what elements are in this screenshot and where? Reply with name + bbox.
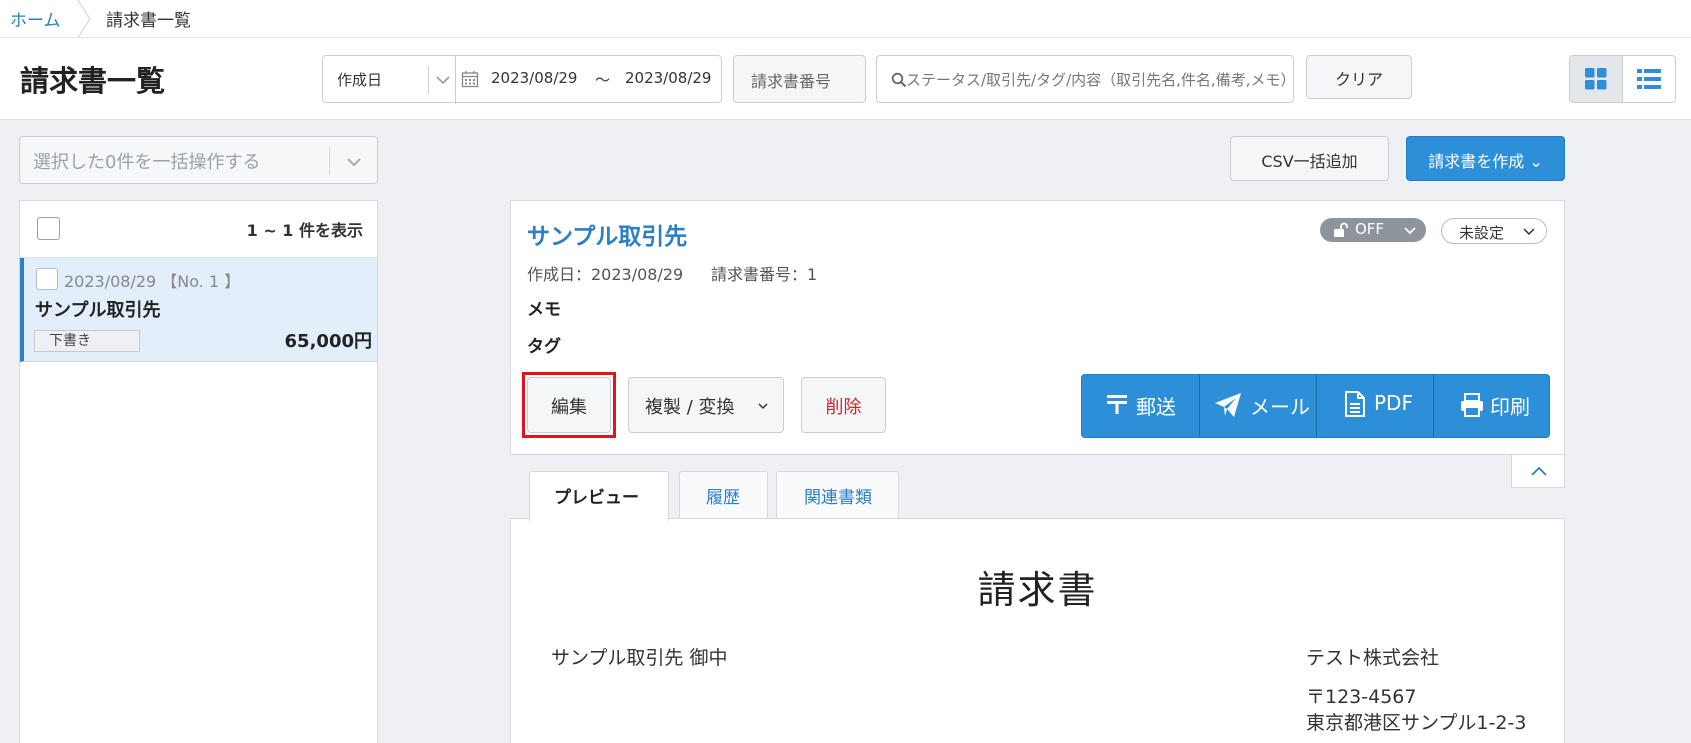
search-placeholder: ステータス/取引先/タグ/内容（取引先名,件名,備考,メモ） (906, 71, 1296, 89)
status-badge: 下書き (34, 330, 140, 352)
chevron-down-icon (1404, 227, 1416, 235)
invoice-number-input[interactable]: 請求書番号 (733, 55, 866, 103)
list-item-date: 2023/08/29 【No. 1 】 (64, 272, 241, 291)
chevron-down-icon[interactable] (434, 68, 452, 92)
memo-label: メモ (527, 300, 561, 320)
tag-label: タグ (527, 337, 561, 357)
document-icon (1345, 391, 1365, 417)
list-icon (1637, 69, 1661, 89)
status-select[interactable]: 未設定 (1441, 218, 1547, 244)
chevron-down-icon (758, 403, 768, 410)
postal-mail-button[interactable]: 郵送 (1082, 375, 1199, 437)
collapse-button[interactable] (1511, 455, 1565, 488)
delete-button[interactable]: 削除 (801, 377, 886, 433)
csv-import-label: CSV一括追加 (1261, 152, 1358, 171)
email-button[interactable]: メール (1200, 375, 1316, 437)
date-filter: 作成日 2023/08/29 ～ 2023/08/29 (322, 55, 722, 104)
list-item-checkbox[interactable] (36, 268, 58, 290)
email-label: メール (1250, 395, 1310, 419)
date-type-select[interactable]: 作成日 (337, 69, 382, 90)
grid-view-button[interactable] (1570, 56, 1623, 102)
clear-button-label: クリア (1334, 70, 1383, 89)
unlock-icon (1334, 222, 1348, 237)
invoice-number: 請求書番号：1 (711, 265, 818, 284)
page-header: 請求書一覧 作成日 2023/08/29 ～ 2023/08/29 請求書番号 … (0, 38, 1691, 120)
tab-preview[interactable]: プレビュー (529, 471, 669, 521)
invoice-number-placeholder: 請求書番号 (751, 72, 832, 91)
breadcrumb: ホーム 請求書一覧 (0, 0, 1691, 38)
date-to-input[interactable]: 2023/08/29 (625, 69, 711, 87)
bulk-action-label: 選択した0件を一括操作する (33, 152, 261, 173)
lock-toggle[interactable]: OFF (1320, 218, 1426, 242)
search-input[interactable]: ステータス/取引先/タグ/内容（取引先名,件名,備考,メモ） (876, 55, 1296, 103)
invoice-detail-card: サンプル取引先 OFF 未設定 作成日：2023/08/29 請求書番号：1 メ… (510, 200, 1565, 455)
result-count: 1 ~ 1 件を表示 (246, 221, 363, 240)
grid-icon (1585, 68, 1607, 90)
tab-history[interactable]: 履歴 (679, 471, 768, 519)
breadcrumb-home-link[interactable]: ホーム (10, 6, 61, 31)
status-select-label: 未設定 (1459, 224, 1505, 242)
created-date: 作成日：2023/08/29 (527, 265, 684, 284)
view-toggle (1569, 55, 1676, 103)
pdf-label: PDF (1374, 391, 1413, 415)
calendar-icon (461, 71, 479, 88)
printer-icon (1461, 393, 1483, 417)
list-item-amount: 65,000円 (284, 331, 372, 352)
date-from-input[interactable]: 2023/08/29 (491, 69, 577, 87)
breadcrumb-separator-icon (77, 0, 91, 38)
delete-button-label: 削除 (825, 397, 862, 418)
list-view-button[interactable] (1623, 56, 1675, 102)
print-label: 印刷 (1490, 395, 1530, 419)
document-postal-code: 〒123-4567 (1306, 686, 1417, 708)
chevron-down-icon (1523, 228, 1535, 236)
highlight-box (522, 372, 616, 438)
create-invoice-button[interactable]: 請求書を作成 ⌄ (1406, 136, 1565, 181)
send-action-group: 郵送 メール PDF 印刷 (1081, 374, 1550, 438)
csv-import-button[interactable]: CSV一括追加 (1230, 136, 1389, 181)
clear-button[interactable]: クリア (1306, 55, 1412, 99)
divider (329, 147, 330, 175)
tab-preview-label: プレビュー (554, 488, 639, 508)
list-item[interactable]: 2023/08/29 【No. 1 】 サンプル取引先 下書き 65,000円 (20, 258, 377, 362)
document-recipient: サンプル取引先 御中 (551, 647, 728, 669)
postal-mark-icon (1107, 395, 1127, 414)
page-title: 請求書一覧 (20, 64, 166, 98)
search-icon (891, 72, 907, 88)
chevron-up-icon (1531, 466, 1547, 476)
invoice-list-panel: 1 ~ 1 件を表示 2023/08/29 【No. 1 】 サンプル取引先 下… (19, 200, 378, 743)
document-address: 東京都港区サンプル1-2-3 (1306, 712, 1527, 734)
postal-mail-label: 郵送 (1136, 395, 1176, 419)
tab-history-label: 履歴 (706, 488, 740, 508)
pdf-button[interactable]: PDF (1317, 375, 1433, 437)
document-title: 請求書 (977, 568, 1098, 612)
divider (428, 66, 429, 94)
chevron-down-icon (347, 158, 361, 167)
paper-plane-icon (1215, 393, 1241, 417)
bulk-action-select[interactable]: 選択した0件を一括操作する (19, 136, 378, 184)
client-name-link[interactable]: サンプル取引先 (527, 217, 687, 251)
lock-status: OFF (1355, 220, 1385, 238)
list-item-client: サンプル取引先 (35, 300, 161, 321)
tab-related-documents[interactable]: 関連書類 (776, 471, 899, 519)
print-button[interactable]: 印刷 (1434, 375, 1550, 437)
tab-related-label: 関連書類 (804, 488, 872, 508)
select-all-checkbox[interactable] (37, 217, 60, 240)
create-invoice-label: 請求書を作成 ⌄ (1428, 152, 1543, 171)
copy-convert-button[interactable]: 複製 / 変換 (628, 377, 784, 433)
invoice-preview: 請求書 サンプル取引先 御中 テスト株式会社 〒123-4567 東京都港区サン… (510, 518, 1565, 743)
copy-convert-label: 複製 / 変換 (645, 397, 735, 418)
date-range-separator: ～ (595, 71, 611, 89)
document-issuer: テスト株式会社 (1306, 647, 1440, 669)
breadcrumb-current: 請求書一覧 (106, 11, 191, 31)
divider (455, 56, 456, 104)
